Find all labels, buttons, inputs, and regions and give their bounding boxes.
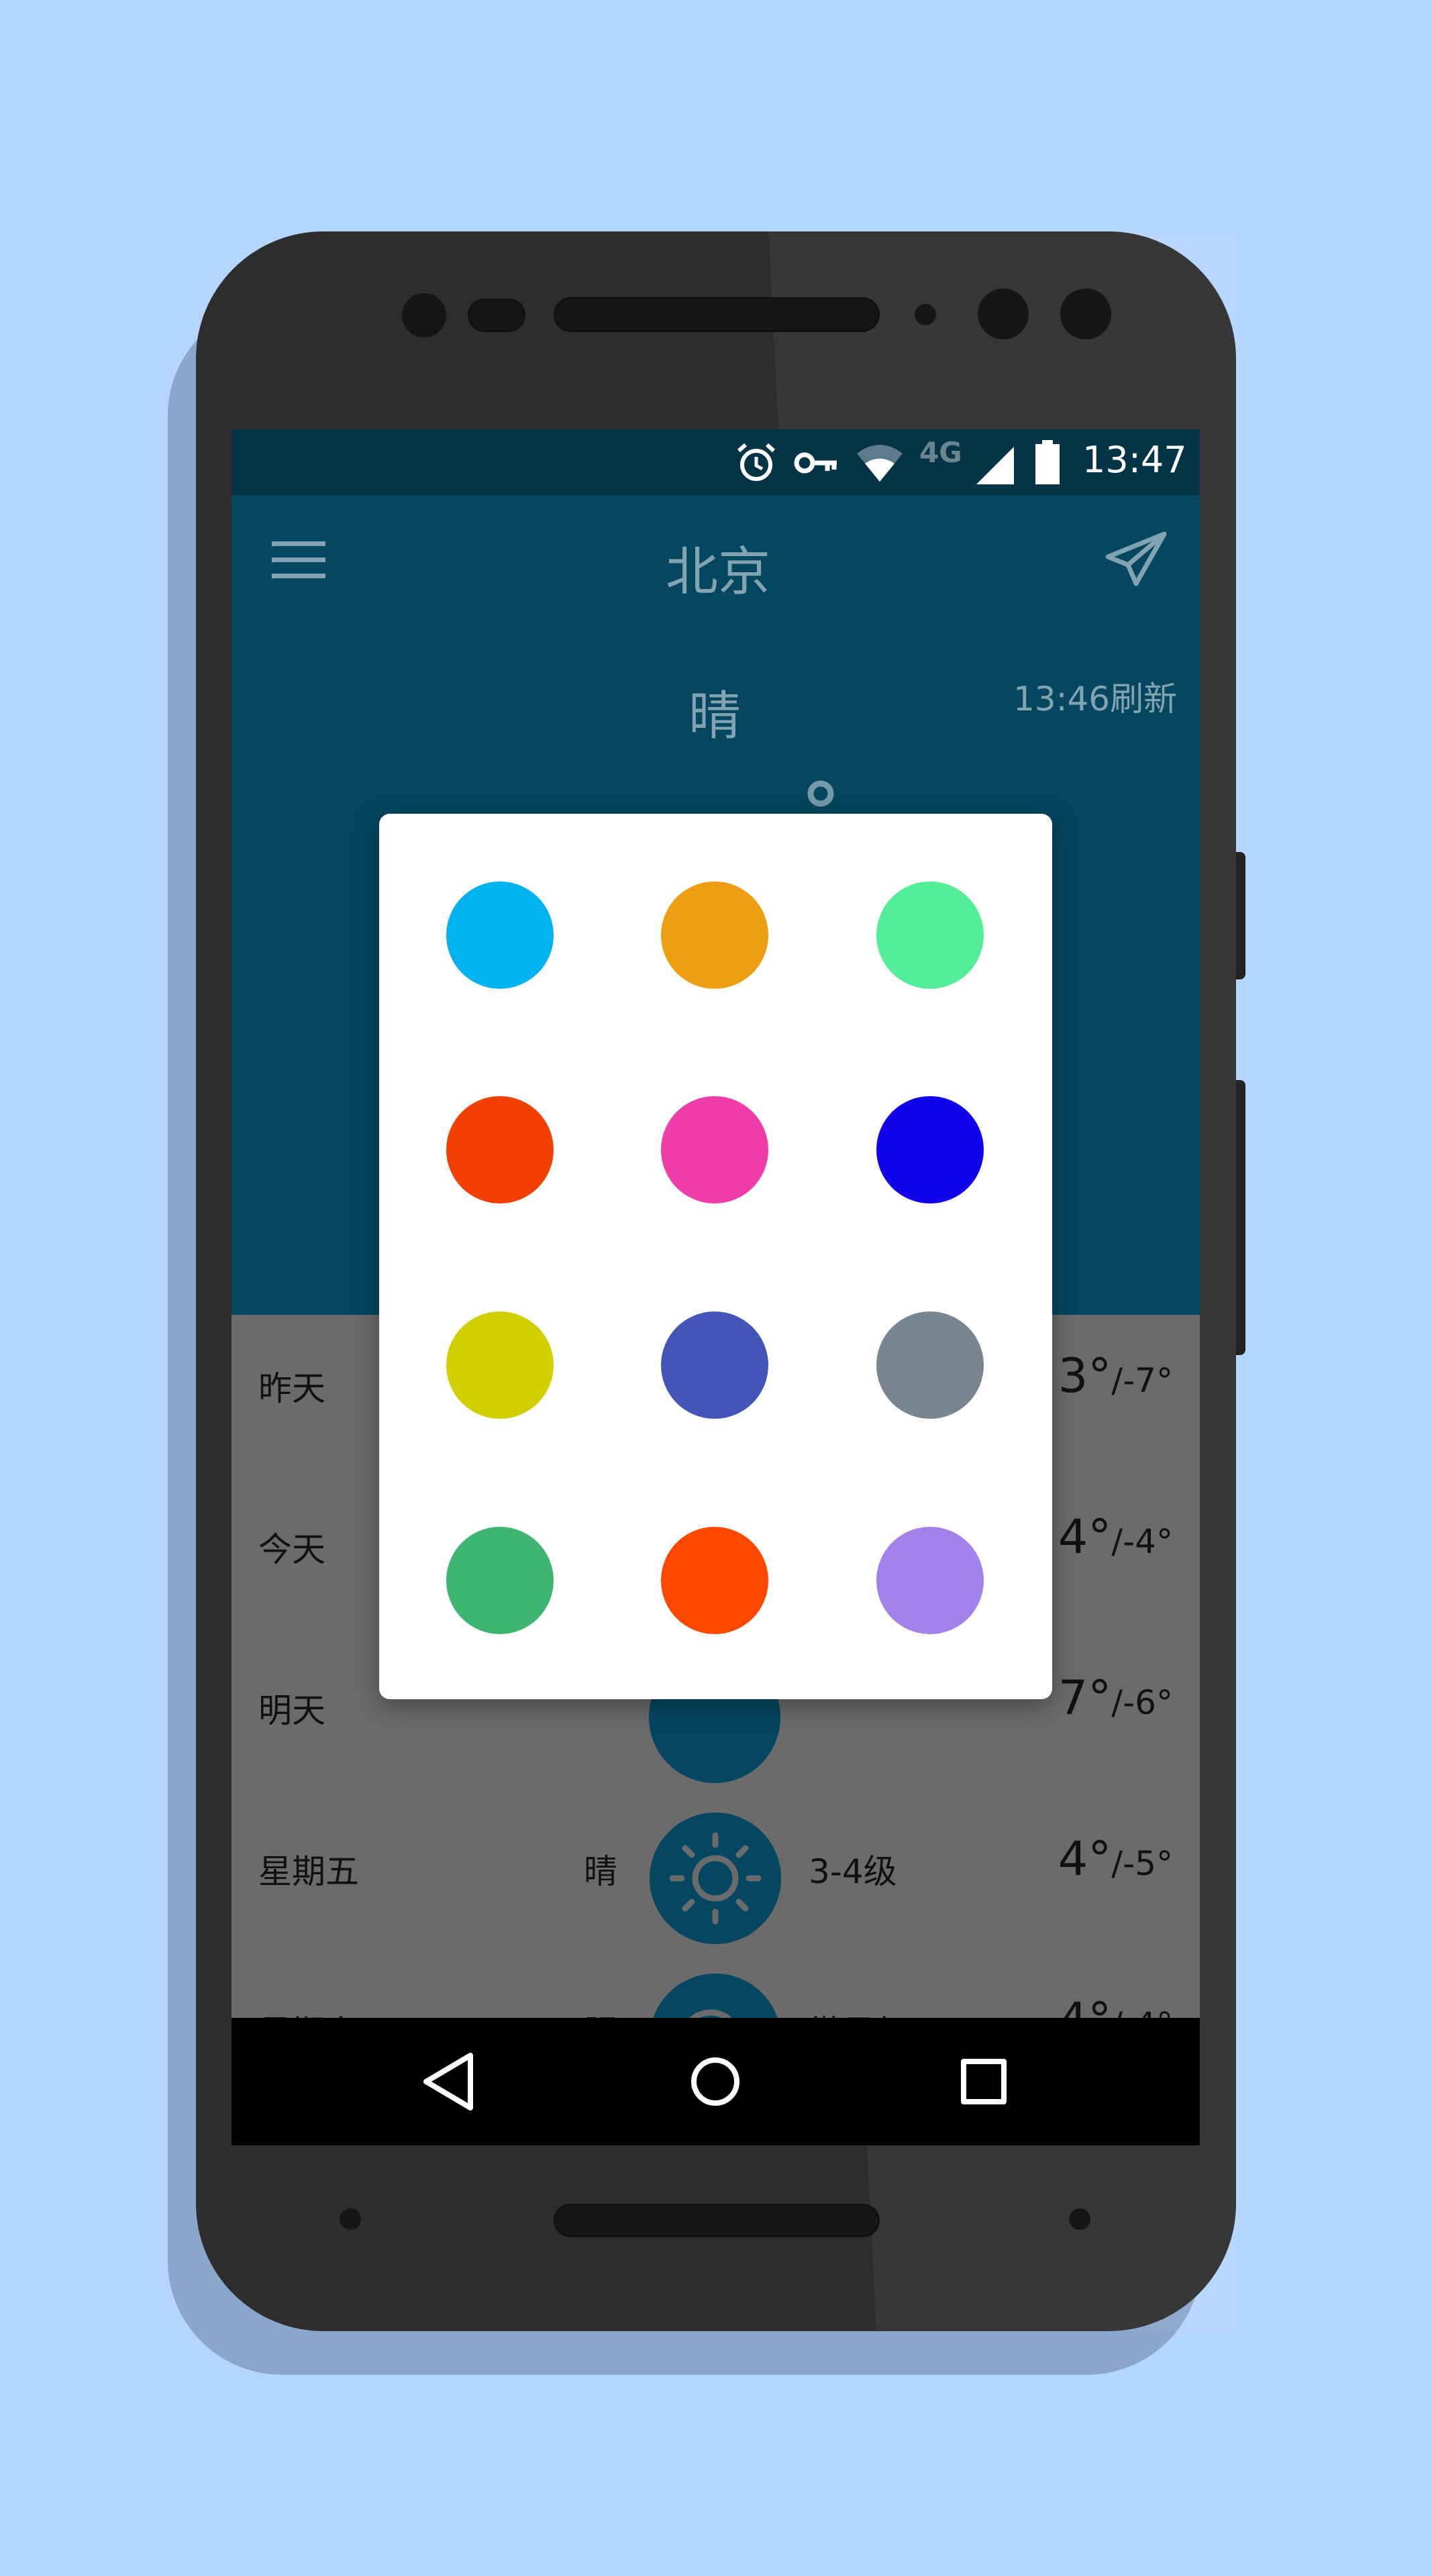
recents-square-icon[interactable] <box>947 2045 1021 2118</box>
sun-icon <box>650 1813 781 1944</box>
bottom-mic-right <box>1069 2208 1090 2230</box>
bottom-speaker <box>554 2204 880 2237</box>
forecast-temp: 4°/-5° <box>1058 1831 1173 1886</box>
temperature-degree-symbol <box>807 780 834 807</box>
city-title[interactable]: 北京 <box>661 530 775 605</box>
signal-icon <box>976 447 1014 484</box>
forecast-low: /-5° <box>1111 1844 1173 1883</box>
earpiece-speaker <box>554 297 880 332</box>
color-swatch[interactable] <box>661 1311 768 1419</box>
forecast-high: 4° <box>1058 1831 1112 1886</box>
color-swatch[interactable] <box>661 881 768 989</box>
wifi-icon <box>857 445 903 482</box>
color-swatch[interactable] <box>446 881 554 989</box>
forecast-temp: 7°/-6° <box>1058 1670 1173 1725</box>
color-swatch[interactable] <box>661 1096 768 1203</box>
status-time: 13:47 <box>1082 439 1187 481</box>
forecast-day: 明天 <box>258 1691 325 1730</box>
color-swatch[interactable] <box>446 1096 554 1203</box>
battery-icon <box>1035 440 1060 484</box>
forecast-high: 3° <box>1058 1348 1112 1403</box>
front-sensor <box>402 293 446 337</box>
color-swatch[interactable] <box>876 881 984 989</box>
paper-plane-icon[interactable] <box>1104 530 1168 588</box>
network-type-label: 4G <box>919 436 962 469</box>
current-condition: 晴 <box>688 686 741 747</box>
forecast-row-friday[interactable]: 星期五 晴 3-4级 4°/-5° <box>232 1798 1200 1959</box>
hamburger-menu-icon[interactable] <box>272 540 325 580</box>
bottom-mic-left <box>340 2208 361 2230</box>
forecast-day: 昨天 <box>258 1369 325 1408</box>
alarm-icon <box>737 443 776 481</box>
small-sensor <box>915 304 936 325</box>
color-swatch[interactable] <box>876 1311 984 1419</box>
forecast-day: 星期五 <box>258 1852 359 1891</box>
color-swatch[interactable] <box>446 1527 554 1634</box>
forecast-low: /-4° <box>1111 1522 1173 1561</box>
navigation-bar <box>232 2018 1200 2145</box>
color-swatch[interactable] <box>661 1527 768 1634</box>
forecast-high: 7° <box>1058 1670 1112 1725</box>
color-swatch[interactable] <box>446 1311 554 1419</box>
home-circle-icon[interactable] <box>678 2045 752 2118</box>
power-button[interactable] <box>1236 852 1245 979</box>
color-swatch[interactable] <box>876 1096 984 1203</box>
color-picker-dialog <box>379 814 1052 1699</box>
front-camera <box>978 288 1029 339</box>
color-swatch[interactable] <box>876 1527 984 1634</box>
forecast-condition: 晴 <box>584 1852 617 1891</box>
refresh-time[interactable]: 13:46刷新 <box>1013 672 1177 720</box>
forecast-low: /-7° <box>1111 1361 1173 1400</box>
forecast-high: 4° <box>1058 1509 1112 1564</box>
forecast-temp: 4°/-4° <box>1058 1509 1173 1564</box>
forecast-day: 今天 <box>258 1530 325 1569</box>
forecast-low: /-6° <box>1111 1683 1173 1722</box>
proximity-sensor <box>468 299 525 332</box>
vpn-key-icon <box>794 452 837 474</box>
volume-button[interactable] <box>1236 1080 1245 1355</box>
front-flash <box>1060 288 1111 339</box>
forecast-wind: 3-4级 <box>809 1852 897 1891</box>
back-triangle-icon[interactable] <box>413 2045 487 2118</box>
forecast-temp: 3°/-7° <box>1058 1348 1173 1403</box>
